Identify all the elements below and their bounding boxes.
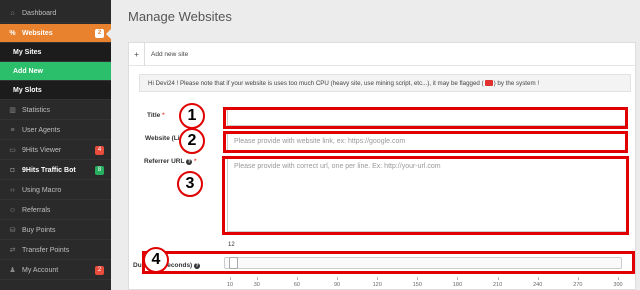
tick-label: 180 [452, 282, 463, 288]
tick-mark [497, 277, 499, 280]
notification-badge: 8 [95, 166, 104, 175]
tick-mark [230, 277, 231, 280]
website-input[interactable]: Please provide with website link, ex: ht… [227, 133, 627, 151]
code-icon: ‹› [10, 186, 15, 194]
notification-badge: 2 [95, 266, 104, 275]
tick-mark [577, 277, 579, 280]
tick-label: 120 [372, 282, 382, 288]
required-mark: * [162, 112, 165, 119]
help-icon[interactable]: ? [186, 159, 193, 165]
sidebar-item-add-new[interactable]: Add New [0, 62, 111, 81]
sidebar-item-statistics[interactable]: ▥ Statistics [0, 101, 111, 120]
referrer-label: Referrer URL ? * [144, 158, 197, 165]
sidebar-item-using-macro[interactable]: ‹› Using Macro [0, 181, 111, 200]
notice-text-start: Hi Devi24 ! Please note that if your web… [148, 79, 484, 87]
referrer-textarea[interactable]: Please provide with correct url, one per… [227, 158, 627, 232]
sidebar-item-label: Buy Points [22, 226, 56, 234]
title-label: Title * [147, 112, 165, 119]
flag-icon [484, 80, 493, 86]
tick-label: 240 [533, 282, 543, 288]
slider-value-label: 12 [228, 242, 235, 248]
slider-ticks: 10 30 60 90 120 150 180 210 240 270 300 [224, 277, 624, 290]
title-input[interactable] [227, 109, 627, 126]
sidebar-item-label: Transfer Points [22, 246, 70, 254]
tick-mark [337, 277, 339, 280]
annotation-number-1: 1 [179, 103, 205, 129]
tick-label: 300 [613, 282, 623, 288]
list-icon: ≡ [10, 126, 15, 134]
sidebar-item-label: Referrals [22, 206, 51, 214]
notice-text-end: ) by the system ! [493, 79, 540, 87]
tick-label: 30 [253, 282, 260, 288]
sidebar-item-label: Add New [13, 67, 43, 75]
annotation-number-3: 3 [177, 171, 203, 197]
title-label-text: Title [147, 112, 161, 119]
user-icon: ♟ [9, 267, 16, 274]
sidebar-item-user-agents[interactable]: ≡ User Agents [0, 121, 111, 140]
sidebar-item-9hits-traffic-bot[interactable]: ◘ 9Hits Traffic Bot 8 [0, 161, 111, 180]
sidebar-item-label: 9Hits Viewer [22, 146, 62, 154]
sidebar-item-dashboard[interactable]: ⌂ Dashboard [0, 4, 111, 23]
tick-mark [618, 277, 619, 280]
sidebar-item-my-slots[interactable]: My Slots [0, 81, 111, 100]
slider-handle[interactable] [228, 257, 238, 269]
robot-icon: ◘ [10, 166, 15, 174]
tick-mark [256, 277, 258, 280]
sidebar-item-label: Using Macro [22, 186, 62, 194]
bar-chart-icon: ▥ [9, 107, 16, 114]
notification-badge: 4 [95, 146, 104, 155]
page-title: Manage Websites [128, 9, 232, 24]
tick-mark [296, 277, 298, 280]
tick-label: 10 [226, 282, 234, 288]
tick-label: 90 [333, 282, 341, 288]
tick-mark [417, 277, 419, 280]
sidebar-item-my-account[interactable]: ♟ My Account 2 [0, 261, 111, 280]
tab-add-new-site[interactable]: + Add new site [129, 42, 637, 66]
plus-icon: + [129, 42, 145, 66]
sidebar-item-referrals[interactable]: ☺ Referrals [0, 201, 111, 220]
annotation-number-4: 4 [143, 247, 169, 273]
tick-label: 60 [293, 282, 300, 288]
sidebar-item-label: My Account [22, 266, 59, 274]
home-icon: ⌂ [10, 9, 15, 17]
sidebar: ⌂ Dashboard % Websites 2 My Sites Add Ne… [0, 0, 111, 290]
tick-label: 210 [492, 282, 503, 288]
duration-slider[interactable] [224, 257, 622, 269]
sidebar-item-label: My Slots [13, 86, 42, 94]
cpu-notice: Hi Devi24 ! Please note that if your web… [139, 74, 631, 92]
referrer-placeholder: Please provide with correct url, one per… [234, 163, 441, 170]
tick-mark [377, 277, 379, 280]
sidebar-item-transfer-points[interactable]: ⇄ Transfer Points [0, 241, 111, 260]
link-icon: % [9, 29, 16, 37]
referrer-label-text: Referrer URL [144, 158, 185, 165]
tick-label: 150 [412, 282, 422, 288]
tick-mark [537, 277, 539, 280]
sidebar-item-buy-points[interactable]: ⛁ Buy Points [0, 221, 111, 240]
cart-icon: ⛁ [9, 227, 16, 234]
sidebar-item-9hits-viewer[interactable]: ▭ 9Hits Viewer 4 [0, 141, 111, 160]
users-icon: ☺ [8, 206, 17, 214]
sidebar-item-label: Websites [22, 29, 53, 37]
notification-badge: 2 [95, 29, 104, 38]
tick-mark [457, 277, 459, 280]
sidebar-item-websites[interactable]: % Websites 2 [0, 24, 111, 43]
sidebar-item-label: 9Hits Traffic Bot [22, 166, 76, 174]
transfer-icon: ⇄ [9, 247, 16, 254]
sidebar-item-label: User Agents [22, 126, 61, 134]
tab-label: Add new site [151, 50, 189, 58]
website-placeholder: Please provide with website link, ex: ht… [234, 138, 406, 145]
sidebar-item-label: My Sites [13, 48, 42, 56]
sidebar-item-label: Statistics [22, 106, 51, 114]
required-mark: * [193, 158, 197, 165]
sidebar-item-my-sites[interactable]: My Sites [0, 43, 111, 62]
monitor-icon: ▭ [9, 147, 16, 154]
tick-label: 270 [573, 282, 583, 288]
sidebar-item-label: Dashboard [22, 9, 57, 17]
help-icon[interactable]: ? [194, 263, 201, 269]
annotation-number-2: 2 [179, 128, 205, 154]
